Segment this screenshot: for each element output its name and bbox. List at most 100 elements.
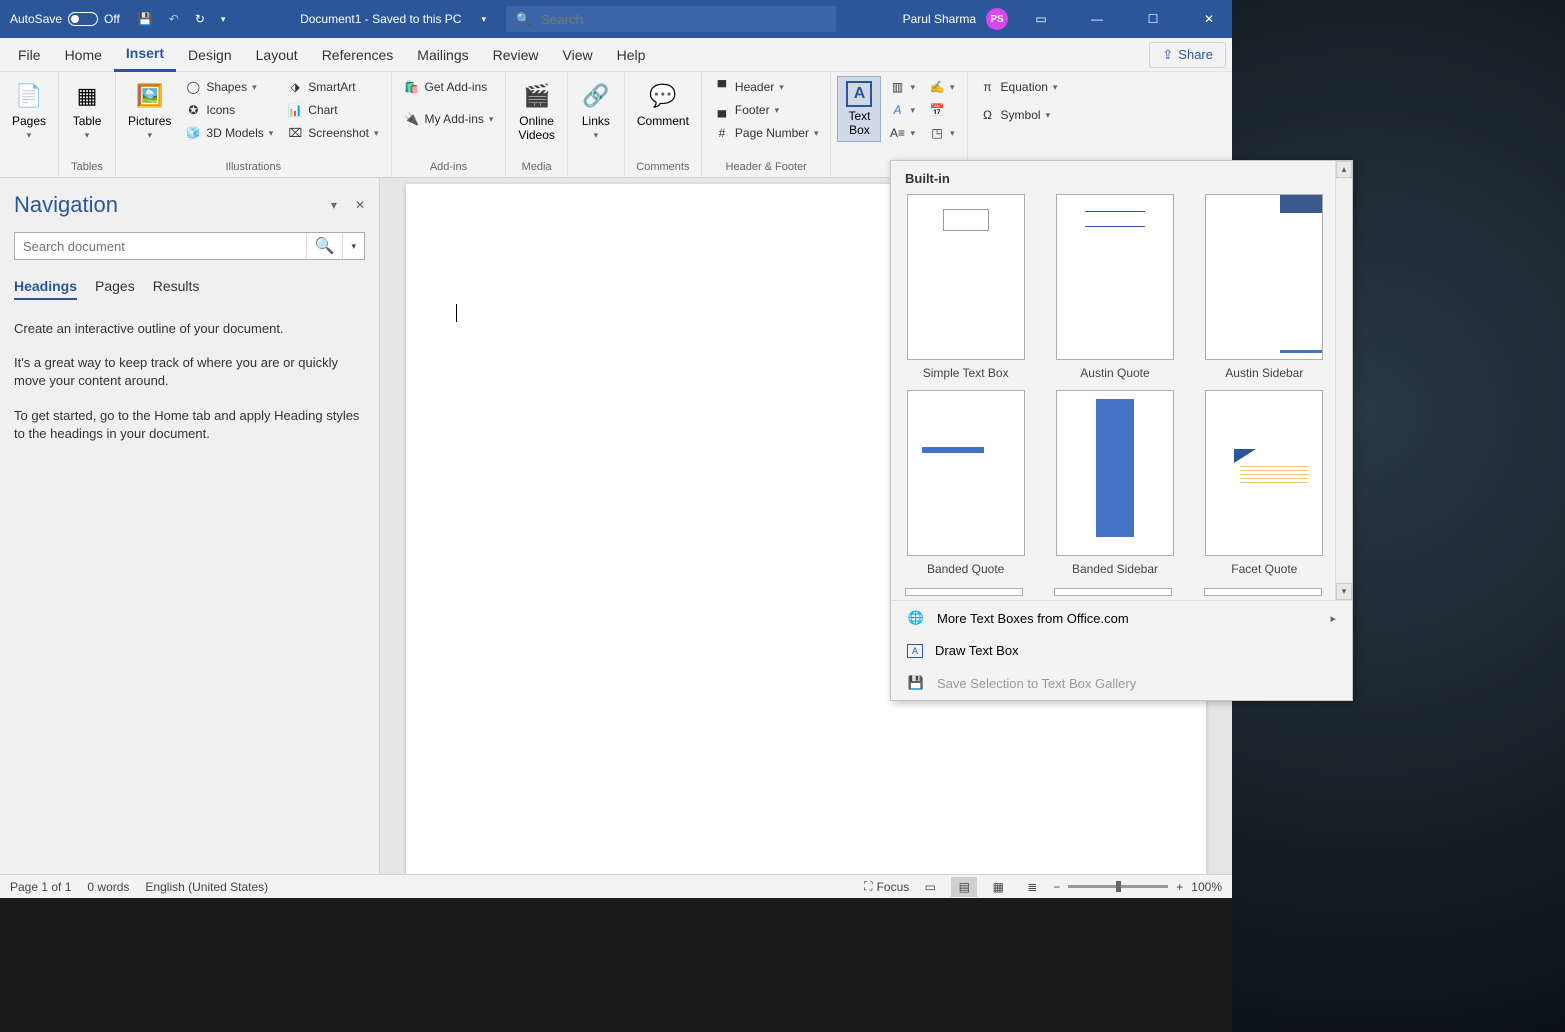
- text-box-button[interactable]: A Text Box: [837, 76, 881, 142]
- table-button[interactable]: ▦ Table ▾: [65, 76, 109, 145]
- addins-icon: 🔌: [404, 111, 420, 127]
- smartart-button[interactable]: ⬗SmartArt: [281, 76, 384, 98]
- chevron-down-icon[interactable]: ▾: [481, 14, 486, 25]
- avatar[interactable]: PS: [986, 8, 1008, 30]
- equation-button[interactable]: πEquation ▾: [974, 76, 1064, 98]
- links-button[interactable]: 🔗 Links ▾: [574, 76, 618, 145]
- document-title[interactable]: Document1 - Saved to this PC: [300, 12, 461, 26]
- nav-tab-pages[interactable]: Pages: [95, 278, 135, 300]
- nav-tabs: Headings Pages Results: [14, 278, 365, 300]
- outline-icon[interactable]: ≣: [1019, 877, 1045, 897]
- tab-view[interactable]: View: [551, 39, 605, 71]
- tab-design[interactable]: Design: [176, 39, 244, 71]
- zoom-level[interactable]: 100%: [1191, 880, 1222, 894]
- minimize-icon[interactable]: —: [1074, 0, 1120, 38]
- tab-help[interactable]: Help: [605, 39, 658, 71]
- datetime-button[interactable]: 📅: [923, 99, 961, 121]
- zoom-in-button[interactable]: +: [1176, 880, 1183, 894]
- nav-search-input[interactable]: [15, 239, 306, 254]
- object-icon: ◳: [929, 125, 945, 141]
- gallery-item-banded-sidebar[interactable]: Banded Sidebar: [1054, 390, 1175, 576]
- gallery-item-facet-quote[interactable]: Facet Quote: [1204, 390, 1325, 576]
- tab-references[interactable]: References: [310, 39, 406, 71]
- pictures-button[interactable]: 🖼️ Pictures ▾: [122, 76, 177, 145]
- status-language[interactable]: English (United States): [145, 880, 268, 894]
- gallery-peek-1[interactable]: [905, 588, 1023, 596]
- icons-button[interactable]: ✪Icons: [179, 99, 279, 121]
- status-words[interactable]: 0 words: [87, 880, 129, 894]
- group-label-media: Media: [512, 159, 560, 175]
- tab-review[interactable]: Review: [481, 39, 551, 71]
- nav-title: Navigation: [14, 192, 118, 218]
- status-page[interactable]: Page 1 of 1: [10, 880, 71, 894]
- gallery-item-banded-quote[interactable]: Banded Quote: [905, 390, 1026, 576]
- save-icon[interactable]: 💾: [130, 6, 161, 32]
- tab-home[interactable]: Home: [53, 39, 114, 71]
- footer-button[interactable]: ▄Footer ▾: [708, 99, 825, 121]
- gallery-item-austin-quote[interactable]: Austin Quote: [1054, 194, 1175, 380]
- symbol-button[interactable]: ΩSymbol ▾: [974, 104, 1064, 126]
- tab-layout[interactable]: Layout: [244, 39, 310, 71]
- parts-icon: ▥: [889, 79, 905, 95]
- tab-insert[interactable]: Insert: [114, 37, 176, 72]
- gallery-item-simple-text-box[interactable]: Simple Text Box: [905, 194, 1026, 380]
- undo-icon[interactable]: ↶: [161, 6, 187, 32]
- cube-icon: 🧊: [185, 125, 201, 141]
- web-layout-icon[interactable]: ▦: [985, 877, 1011, 897]
- screenshot-button[interactable]: ⌧Screenshot ▾: [281, 122, 384, 144]
- search-input[interactable]: [541, 12, 826, 27]
- signature-button[interactable]: ✍▾: [923, 76, 961, 98]
- tab-file[interactable]: File: [6, 39, 53, 71]
- share-icon: ⇪: [1162, 47, 1173, 63]
- scroll-up-icon[interactable]: ▴: [1336, 161, 1352, 178]
- redo-icon[interactable]: ↻: [187, 6, 213, 32]
- drop-cap-button[interactable]: A≡▾: [883, 122, 921, 144]
- pages-button[interactable]: 📄 Pages ▾: [6, 76, 52, 145]
- close-icon[interactable]: ✕: [1186, 0, 1232, 38]
- my-addins-button[interactable]: 🔌My Add-ins ▾: [398, 108, 500, 130]
- nav-close-icon[interactable]: ✕: [355, 198, 365, 212]
- user-name[interactable]: Parul Sharma: [903, 12, 976, 26]
- print-layout-icon[interactable]: ▤: [951, 877, 977, 897]
- gallery-scrollbar[interactable]: ▴ ▾: [1335, 161, 1352, 600]
- nav-search[interactable]: 🔍 ▾: [14, 232, 365, 260]
- 3d-models-button[interactable]: 🧊3D Models ▾: [179, 122, 279, 144]
- tab-mailings[interactable]: Mailings: [405, 39, 480, 71]
- gallery-peek-3[interactable]: [1204, 588, 1322, 596]
- wordart-icon: A: [889, 102, 905, 118]
- online-videos-button[interactable]: 🎬 Online Videos: [512, 76, 560, 146]
- chevron-down-icon[interactable]: ▾: [342, 233, 364, 259]
- quick-parts-button[interactable]: ▥▾: [883, 76, 921, 98]
- nav-tab-results[interactable]: Results: [153, 278, 200, 300]
- nav-options-icon[interactable]: ▾: [331, 198, 337, 212]
- table-icon: ▦: [71, 80, 103, 112]
- comment-button[interactable]: 💬 Comment: [631, 76, 695, 132]
- gallery-item-austin-sidebar[interactable]: Austin Sidebar: [1204, 194, 1325, 380]
- zoom-out-button[interactable]: −: [1053, 880, 1060, 894]
- gallery-peek-2[interactable]: [1054, 588, 1172, 596]
- chevron-right-icon: ▸: [1330, 612, 1336, 625]
- qat-customize-icon[interactable]: ▾: [213, 8, 234, 31]
- header-button[interactable]: ▀Header ▾: [708, 76, 825, 98]
- focus-mode-button[interactable]: ⛶Focus: [864, 879, 909, 894]
- object-button[interactable]: ◳▾: [923, 122, 961, 144]
- maximize-icon[interactable]: ☐: [1130, 0, 1176, 38]
- read-mode-icon[interactable]: ▭: [917, 877, 943, 897]
- page-number-button[interactable]: #Page Number ▾: [708, 122, 825, 144]
- more-textboxes-office-button[interactable]: 🌐 More Text Boxes from Office.com ▸: [891, 601, 1352, 635]
- search-icon[interactable]: 🔍: [306, 233, 343, 259]
- share-button[interactable]: ⇪ Share: [1149, 42, 1226, 68]
- scroll-down-icon[interactable]: ▾: [1336, 583, 1352, 600]
- ribbon-display-icon[interactable]: ▭: [1018, 0, 1064, 38]
- zoom-slider[interactable]: [1068, 885, 1168, 888]
- chart-button[interactable]: 📊Chart: [281, 99, 384, 121]
- search-box[interactable]: 🔍: [506, 6, 836, 32]
- shapes-button[interactable]: ◯Shapes ▾: [179, 76, 279, 98]
- autosave-toggle[interactable]: AutoSave Off: [0, 12, 130, 26]
- draw-text-box-button[interactable]: A Draw Text Box: [891, 635, 1352, 666]
- pagenum-icon: #: [714, 125, 730, 141]
- get-addins-button[interactable]: 🛍️Get Add-ins: [398, 76, 500, 98]
- wordart-button[interactable]: A▾: [883, 99, 921, 121]
- nav-tab-headings[interactable]: Headings: [14, 278, 77, 300]
- screenshot-icon: ⌧: [287, 125, 303, 141]
